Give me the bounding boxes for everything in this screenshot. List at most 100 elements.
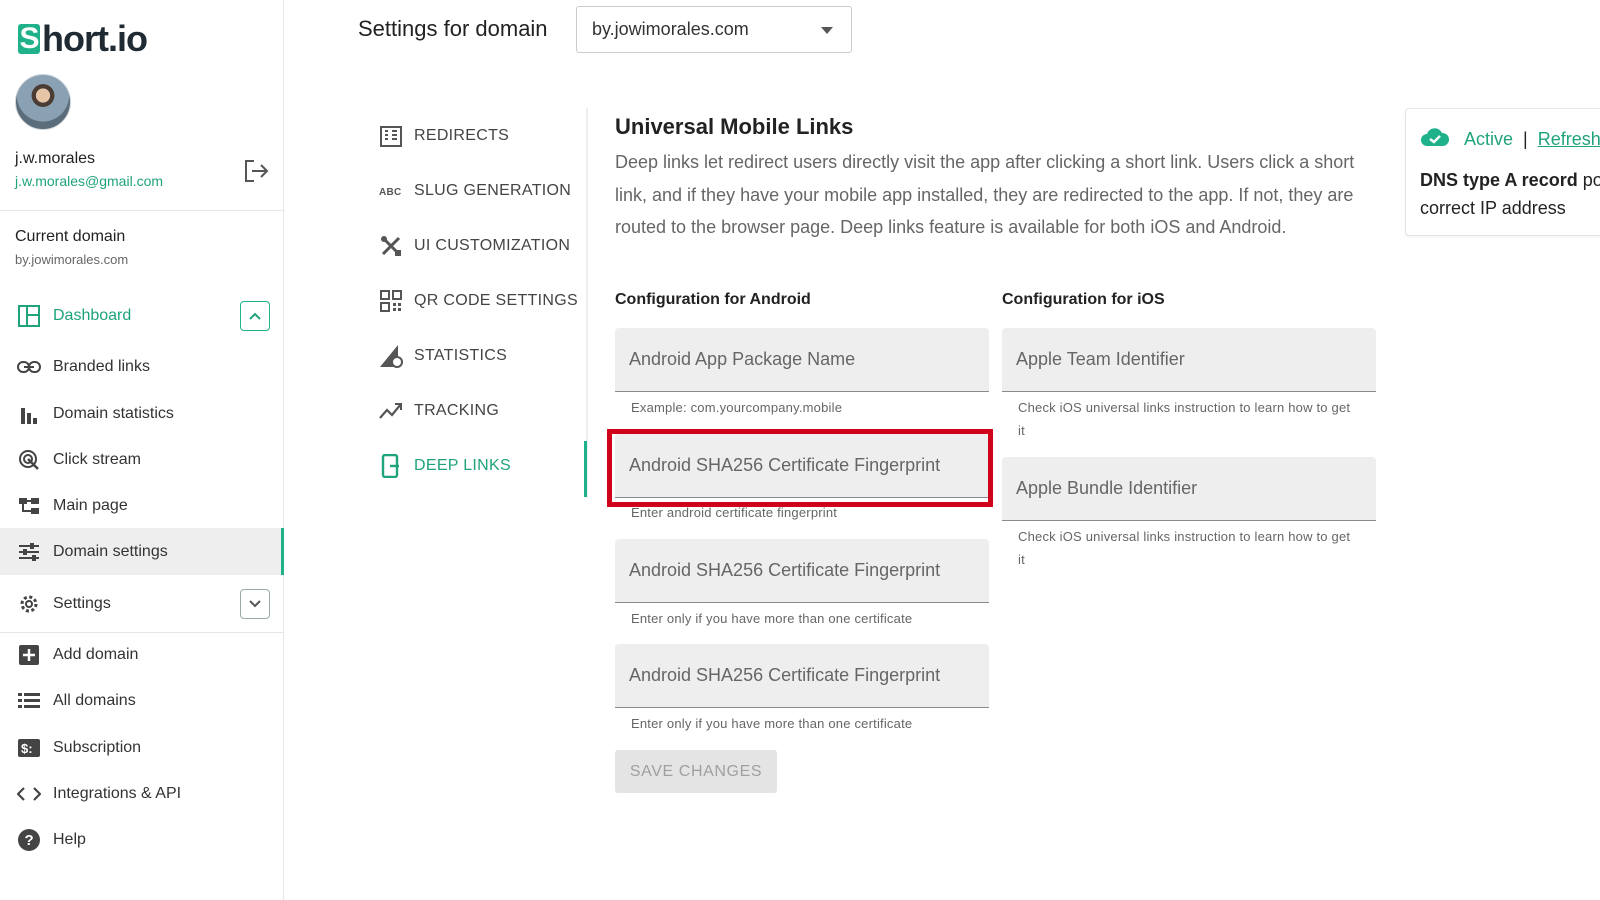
sidebar-item-add-domain[interactable]: Add domain xyxy=(0,633,284,677)
section-title: Universal Mobile Links xyxy=(615,114,854,139)
bar-chart-icon xyxy=(17,402,41,426)
tools-icon xyxy=(378,233,404,259)
sidebar-item-label: Main page xyxy=(53,497,128,514)
settings-tab-label: TRACKING xyxy=(414,402,500,419)
apple-bundle-hint: Check iOS universal links instruction to… xyxy=(1018,529,1351,567)
refresh-link[interactable]: Refresh xyxy=(1538,129,1600,150)
input-placeholder: Android SHA256 Certificate Fingerprint xyxy=(629,560,941,580)
svg-text:?: ? xyxy=(25,832,34,849)
domain-select[interactable]: by.jowimorales.com xyxy=(576,6,852,53)
sidebar-item-label: Branded links xyxy=(53,358,150,375)
logout-icon[interactable] xyxy=(242,158,270,184)
status-badge: Active xyxy=(1464,129,1514,149)
dashboard-icon xyxy=(17,304,41,328)
sidebar-item-label: Add domain xyxy=(53,646,139,663)
android-fingerprint-input-2[interactable]: Android SHA256 Certificate Fingerprint xyxy=(615,539,989,603)
apple-bundle-identifier-input[interactable]: Apple Bundle Identifier xyxy=(1002,457,1376,521)
logo-text: hort.io xyxy=(42,18,148,59)
list-icon xyxy=(17,689,41,713)
settings-tab-slug-generation[interactable]: ABC SLUG GENERATION xyxy=(378,171,571,211)
sliders-icon xyxy=(17,540,41,564)
sidebar-item-label: Domain settings xyxy=(53,542,168,560)
sidebar-item-label: Subscription xyxy=(53,739,142,756)
dns-text-line1: po xyxy=(1582,170,1600,190)
highlight-box xyxy=(607,429,993,507)
sidebar-divider xyxy=(0,210,284,211)
page-title: Settings for domain xyxy=(358,16,548,41)
gear-icon xyxy=(17,592,41,616)
input-placeholder: Apple Bundle Identifier xyxy=(1016,478,1198,498)
phone-link-icon xyxy=(378,453,404,479)
logo-mark: S xyxy=(18,22,40,55)
domain-select-value: by.jowimorales.com xyxy=(592,19,749,39)
settings-tab-label: REDIRECTS xyxy=(414,127,510,144)
apple-team-identifier-input[interactable]: Apple Team Identifier xyxy=(1002,328,1376,392)
brand-logo[interactable]: Short.io xyxy=(18,18,148,60)
sidebar-item-domain-settings[interactable]: Domain settings xyxy=(0,528,284,575)
sidebar-item-label: Help xyxy=(53,831,86,848)
android-package-name-input[interactable]: Android App Package Name xyxy=(615,328,989,392)
abc-icon: ABC xyxy=(378,178,404,204)
dollar-card-icon: $: xyxy=(17,736,41,760)
collapse-dashboard-button[interactable] xyxy=(240,301,270,331)
code-icon xyxy=(17,782,41,806)
status-row: Active | Refresh xyxy=(1420,127,1600,152)
status-separator: | xyxy=(1523,129,1528,149)
sidebar-item-domain-statistics[interactable]: Domain statistics xyxy=(0,392,284,436)
sidebar-item-label: All domains xyxy=(53,692,136,709)
current-domain-value: by.jowimorales.com xyxy=(15,252,129,267)
save-changes-button[interactable]: SAVE CHANGES xyxy=(615,750,777,793)
click-icon xyxy=(17,448,41,472)
sidebar-item-main-page[interactable]: Main page xyxy=(0,484,284,528)
chevron-down-icon xyxy=(821,27,833,34)
qr-icon xyxy=(378,288,404,314)
sidebar-item-settings[interactable]: Settings xyxy=(0,582,284,626)
settings-tab-deep-links[interactable]: DEEP LINKS xyxy=(378,446,511,486)
sidebar-item-label: Dashboard xyxy=(53,307,132,324)
stats-gear-icon xyxy=(378,343,404,369)
sidebar-item-branded-links[interactable]: Branded links xyxy=(0,345,284,389)
dns-record-type: DNS type A record xyxy=(1420,170,1578,190)
help-icon: ? xyxy=(17,828,41,852)
android-fingerprint-hint-1: Enter android certificate fingerprint xyxy=(631,505,838,520)
settings-tab-tracking[interactable]: TRACKING xyxy=(378,391,499,431)
android-config-heading: Configuration for Android xyxy=(615,291,811,308)
sidebar-item-integrations-api[interactable]: Integrations & API xyxy=(0,772,284,816)
dns-status-text: DNS type A record po correct IP address xyxy=(1420,166,1600,222)
sidebar-item-subscription[interactable]: $: Subscription xyxy=(0,726,284,770)
android-package-hint: Example: com.yourcompany.mobile xyxy=(631,400,843,415)
android-fingerprint-hint-3: Enter only if you have more than one cer… xyxy=(631,716,913,731)
current-domain-label: Current domain xyxy=(15,228,126,245)
sidebar: Short.io j.w.morales j.w.morales@gmail.c… xyxy=(0,0,284,900)
apple-team-hint: Check iOS universal links instruction to… xyxy=(1018,400,1351,438)
settings-menu: REDIRECTS ABC SLUG GENERATION UI CUSTOMI… xyxy=(370,108,588,498)
svg-text:$:: $: xyxy=(21,741,33,756)
settings-tab-label: DEEP LINKS xyxy=(414,457,511,474)
sidebar-item-label: Domain statistics xyxy=(53,405,174,422)
android-fingerprint-input-3[interactable]: Android SHA256 Certificate Fingerprint xyxy=(615,644,989,708)
input-placeholder: Android App Package Name xyxy=(629,349,856,369)
ios-config-heading: Configuration for iOS xyxy=(1002,291,1165,308)
settings-tab-statistics[interactable]: STATISTICS xyxy=(378,336,507,376)
section-description: Deep links let redirect users directly v… xyxy=(615,152,1355,237)
building-icon xyxy=(378,123,404,149)
sidebar-item-help[interactable]: ? Help xyxy=(0,818,284,862)
app-root: Short.io j.w.morales j.w.morales@gmail.c… xyxy=(0,0,1600,900)
plus-square-icon xyxy=(17,643,41,667)
android-fingerprint-hint-2: Enter only if you have more than one cer… xyxy=(631,611,913,626)
sidebar-item-click-stream[interactable]: Click stream xyxy=(0,438,284,482)
sidebar-item-dashboard[interactable]: Dashboard xyxy=(0,294,284,338)
input-placeholder: Apple Team Identifier xyxy=(1016,349,1185,369)
svg-text:ABC: ABC xyxy=(379,187,402,198)
expand-settings-button[interactable] xyxy=(240,589,270,619)
sidebar-item-label: Click stream xyxy=(53,451,142,468)
settings-tab-label: QR CODE SETTINGS xyxy=(414,292,578,309)
sidebar-item-label: Settings xyxy=(53,595,111,612)
sidebar-item-all-domains[interactable]: All domains xyxy=(0,679,284,723)
settings-tab-qr-code-settings[interactable]: QR CODE SETTINGS xyxy=(378,281,578,321)
sidebar-item-label: Integrations & API xyxy=(53,785,182,802)
settings-tab-ui-customization[interactable]: UI CUSTOMIZATION xyxy=(378,226,570,266)
cloud-check-icon xyxy=(1420,127,1450,152)
avatar[interactable] xyxy=(15,74,71,130)
settings-tab-redirects[interactable]: REDIRECTS xyxy=(378,116,509,156)
